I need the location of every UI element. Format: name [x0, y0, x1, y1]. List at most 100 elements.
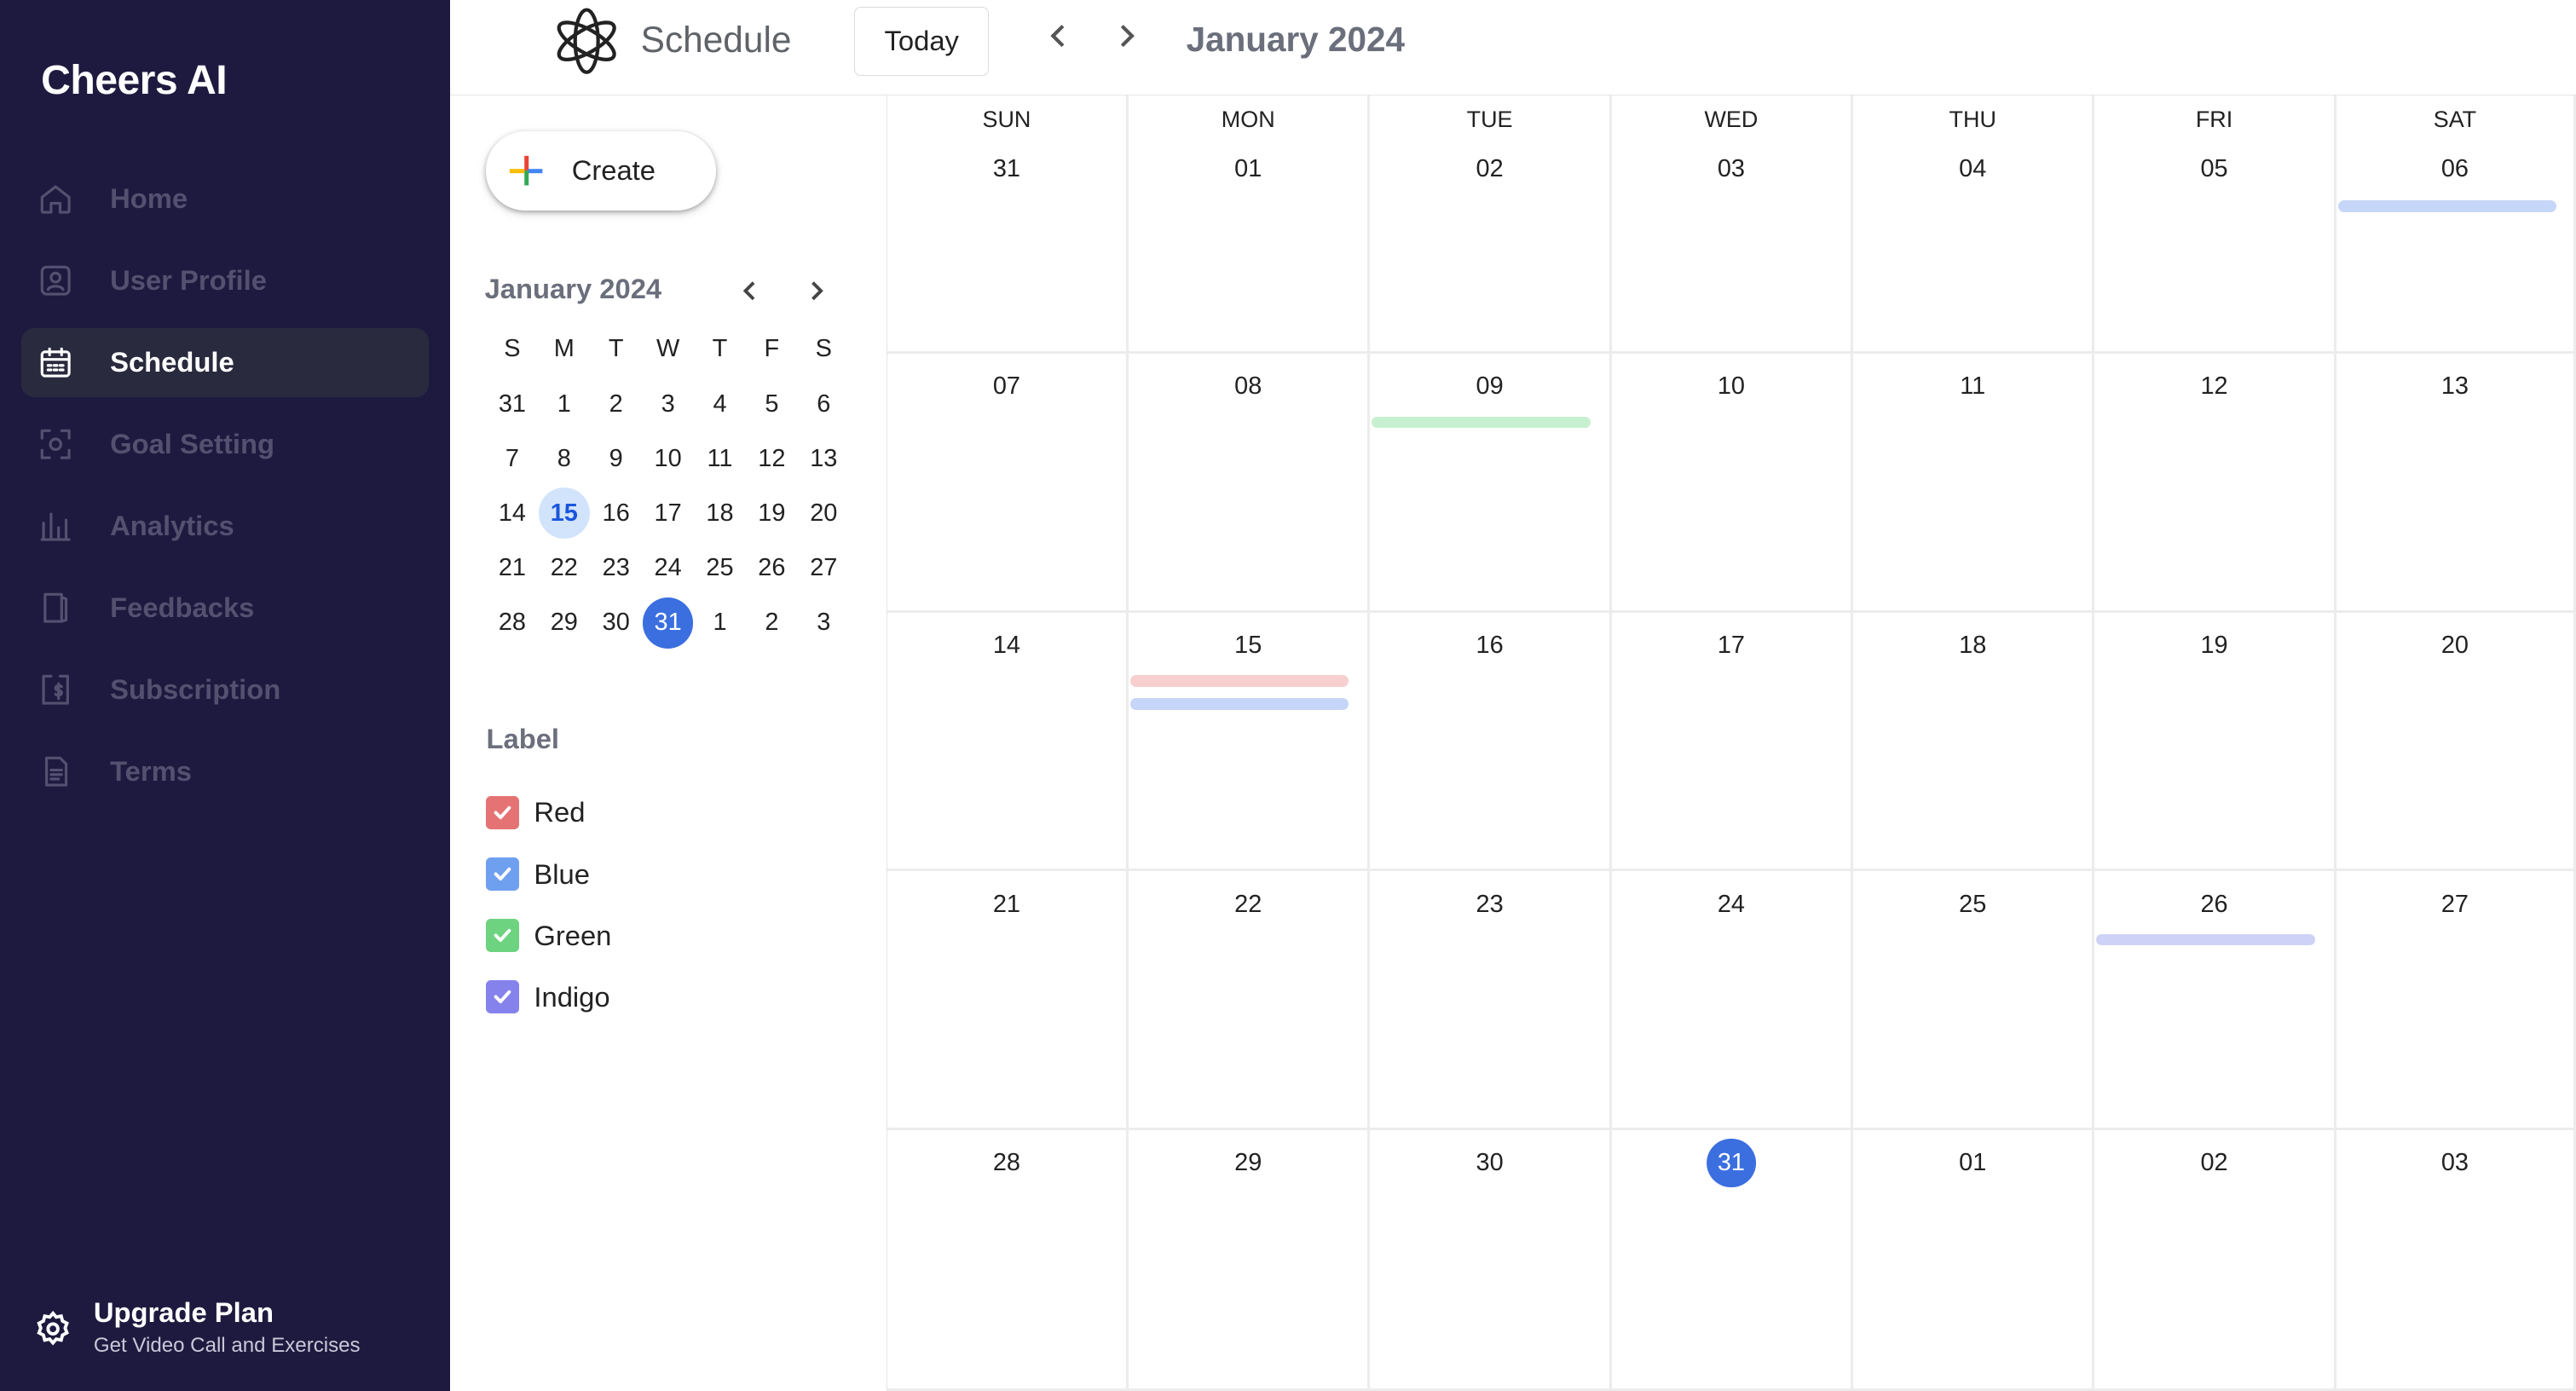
event-bar-blue[interactable] [1130, 698, 1349, 710]
mini-prev-chevron-icon[interactable] [733, 274, 766, 308]
event-bar-indigo[interactable] [2096, 933, 2315, 946]
mini-day[interactable]: 24 [642, 543, 694, 594]
sidebar-item-analytics[interactable]: Analytics [21, 492, 429, 561]
day-cell[interactable]: 07 [887, 354, 1129, 613]
sidebar-item-user-profile[interactable]: User Profile [21, 246, 429, 315]
mini-next-chevron-icon[interactable] [800, 274, 834, 308]
day-number[interactable]: 22 [1223, 880, 1273, 929]
today-button[interactable]: Today [854, 6, 990, 76]
mini-day[interactable]: 6 [798, 378, 850, 430]
sidebar-item-goal-setting[interactable]: Goal Setting [21, 410, 429, 479]
day-number[interactable]: 07 [982, 362, 1031, 412]
day-cell[interactable]: 29 [1129, 1130, 1371, 1391]
day-cell[interactable]: TUE 02 [1370, 95, 1612, 355]
mini-day[interactable]: 17 [642, 488, 694, 539]
day-number[interactable]: 13 [2430, 362, 2480, 412]
day-number[interactable]: 10 [1707, 362, 1756, 412]
mini-day[interactable]: 27 [798, 543, 850, 594]
checkbox-checked-icon[interactable] [486, 980, 520, 1013]
mini-day[interactable]: 1 [694, 597, 746, 649]
day-number[interactable]: 03 [2430, 1139, 2480, 1188]
event-bar-green[interactable] [1372, 416, 1591, 429]
day-number[interactable]: 31 [1707, 1138, 1756, 1188]
label-filter-green[interactable]: Green [486, 905, 611, 967]
mini-day[interactable]: 10 [642, 433, 694, 484]
day-cell[interactable]: 30 [1370, 1130, 1612, 1391]
day-number[interactable]: 26 [2190, 880, 2239, 929]
day-cell[interactable]: 24 [1611, 871, 1854, 1131]
day-cell[interactable]: 21 [887, 871, 1129, 1131]
day-cell[interactable]: FRI 05 [2094, 95, 2336, 355]
day-cell[interactable]: 16 [1370, 612, 1612, 872]
day-number[interactable]: 31 [982, 145, 1031, 194]
mini-day[interactable]: 15 [538, 488, 590, 540]
day-number[interactable]: 05 [2190, 145, 2239, 194]
day-number[interactable]: 04 [1948, 145, 1997, 194]
day-number[interactable]: 20 [2430, 621, 2480, 671]
day-number[interactable]: 03 [1707, 145, 1756, 194]
day-cell[interactable]: 02 [2094, 1130, 2336, 1391]
day-number[interactable]: 28 [982, 1139, 1031, 1188]
day-number[interactable]: 02 [1465, 145, 1515, 194]
mini-day[interactable]: 3 [798, 597, 850, 649]
day-number[interactable]: 12 [2190, 362, 2239, 412]
mini-day[interactable]: 2 [746, 597, 798, 649]
mini-day[interactable]: 21 [486, 543, 538, 594]
day-number[interactable]: 16 [1465, 621, 1515, 671]
mini-day[interactable]: 26 [746, 543, 798, 594]
day-cell[interactable]: MON 01 [1129, 95, 1371, 355]
mini-day[interactable]: 14 [486, 488, 538, 539]
label-filter-indigo[interactable]: Indigo [486, 967, 611, 1028]
day-cell[interactable]: SUN 31 [887, 95, 1129, 355]
mini-day[interactable]: 29 [538, 597, 590, 649]
day-number[interactable]: 01 [1948, 1139, 1997, 1188]
day-number[interactable]: 25 [1948, 880, 1997, 929]
mini-day[interactable]: 2 [590, 378, 642, 430]
mini-day[interactable]: 12 [746, 433, 798, 484]
mini-day[interactable]: 28 [486, 597, 538, 649]
mini-day[interactable]: 9 [590, 433, 642, 484]
day-number[interactable]: 27 [2430, 880, 2480, 929]
day-cell[interactable]: 27 [2336, 871, 2576, 1131]
sidebar-item-feedbacks[interactable]: Feedbacks [21, 574, 429, 643]
day-cell[interactable]: 18 [1853, 612, 2095, 872]
day-number[interactable]: 23 [1465, 880, 1515, 929]
mini-day[interactable]: 7 [486, 433, 538, 484]
mini-day[interactable]: 31 [486, 378, 538, 430]
day-cell[interactable]: 14 [887, 612, 1129, 872]
mini-day[interactable]: 13 [798, 433, 850, 484]
day-number[interactable]: 08 [1223, 362, 1273, 412]
day-cell[interactable]: 28 [887, 1130, 1129, 1391]
day-cell[interactable]: 13 [2336, 354, 2576, 613]
mini-day[interactable]: 5 [746, 378, 798, 430]
label-filter-red[interactable]: Red [486, 782, 611, 843]
day-cell[interactable]: 11 [1853, 354, 2095, 613]
mini-day[interactable]: 20 [798, 488, 850, 539]
mini-day[interactable]: 23 [590, 543, 642, 594]
label-filter-blue[interactable]: Blue [486, 844, 611, 905]
day-cell[interactable]: 20 [2336, 612, 2576, 872]
day-cell[interactable]: 12 [2094, 354, 2336, 613]
day-number[interactable]: 09 [1465, 362, 1515, 412]
day-number[interactable]: 21 [982, 880, 1031, 929]
mini-day[interactable]: 11 [694, 433, 746, 484]
day-number[interactable]: 17 [1707, 621, 1756, 671]
mini-day[interactable]: 19 [746, 488, 798, 539]
mini-day[interactable]: 18 [694, 488, 746, 539]
day-cell[interactable]: WED 03 [1611, 95, 1854, 355]
mini-day[interactable]: 30 [590, 597, 642, 649]
day-cell[interactable]: 17 [1611, 612, 1854, 872]
checkbox-checked-icon[interactable] [486, 857, 520, 891]
day-cell[interactable]: 09 [1370, 354, 1612, 613]
day-cell[interactable]: 03 [2336, 1130, 2576, 1391]
mini-day[interactable]: 25 [694, 543, 746, 594]
sidebar-item-terms[interactable]: Terms [21, 737, 429, 806]
sidebar-item-home[interactable]: Home [21, 164, 429, 234]
day-cell[interactable]: 10 [1611, 354, 1854, 613]
day-cell[interactable]: 31 [1611, 1130, 1854, 1391]
day-number[interactable]: 14 [982, 621, 1031, 671]
day-number[interactable]: 30 [1465, 1139, 1515, 1188]
day-cell[interactable]: 19 [2094, 612, 2336, 872]
day-number[interactable]: 02 [2190, 1139, 2239, 1188]
upgrade-plan-button[interactable]: Upgrade Plan Get Video Call and Exercise… [33, 1295, 361, 1358]
